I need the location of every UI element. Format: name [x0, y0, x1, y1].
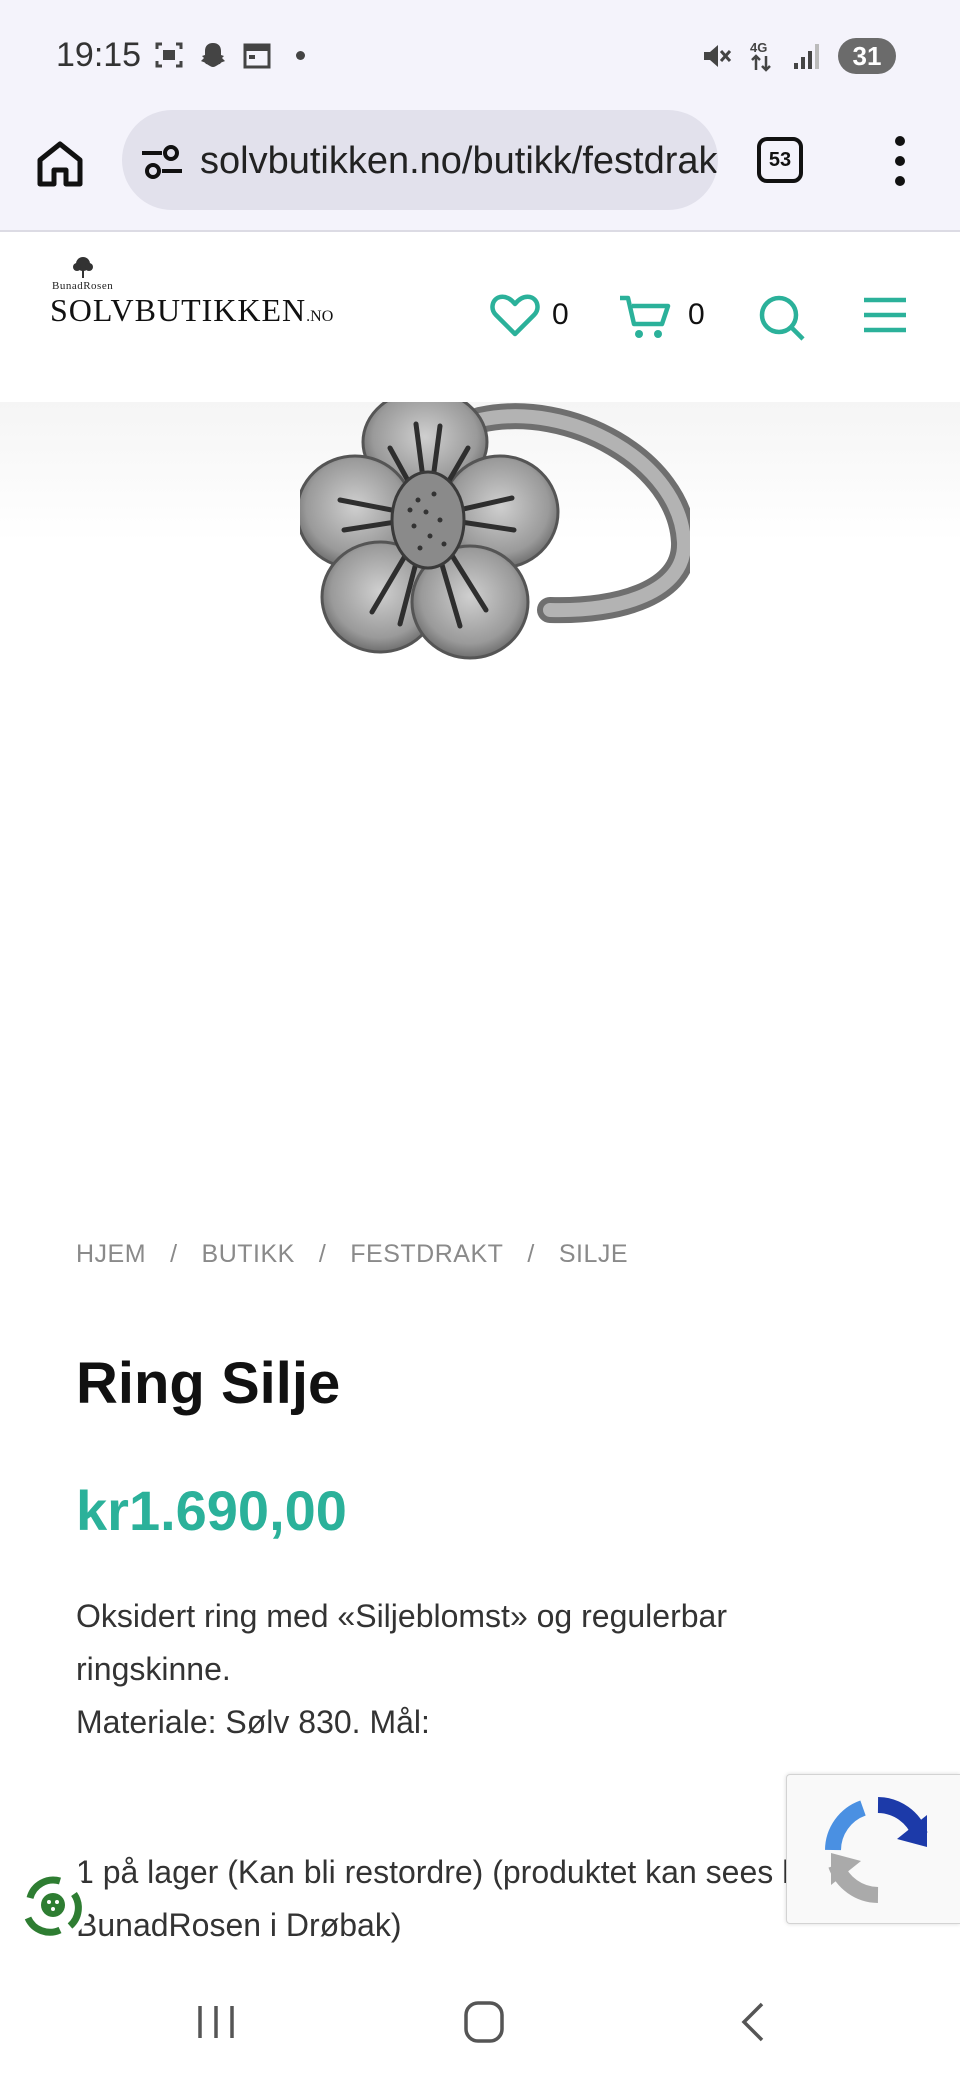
signal-icon [794, 44, 819, 69]
mute-icon [704, 45, 732, 67]
site-settings-icon[interactable] [140, 144, 184, 180]
logo-name: SOLVBUTIKKEN [50, 292, 307, 328]
breadcrumb-separator: / [318, 1240, 327, 1268]
breadcrumb-home[interactable]: HJEM [76, 1240, 146, 1269]
home-icon[interactable] [34, 138, 86, 190]
rose-tree-icon [73, 257, 93, 278]
status-bar: 19:15 4G 31 [0, 0, 960, 108]
breadcrumb: HJEM / BUTIKK / FESTDRAKT / SILJE [76, 1240, 628, 1269]
screenshot-icon [155, 42, 183, 68]
ring-silje-image [300, 402, 690, 660]
logo-title: SOLVBUTIKKEN.NO [50, 292, 333, 329]
wishlist-count: 0 [552, 298, 569, 331]
system-icons: 4G 31 [700, 38, 896, 74]
site-logo[interactable]: BunadRosen SOLVBUTIKKEN.NO [50, 254, 333, 328]
logo-suffix: .NO [306, 308, 334, 325]
system-navigation-bar [0, 1964, 960, 2080]
description-material: Materiale: Sølv 830. Mål: [76, 1704, 430, 1740]
more-notifications-dot [296, 50, 305, 60]
breadcrumb-butikk[interactable]: BUTIKK [202, 1240, 295, 1269]
hamburger-menu-icon[interactable] [862, 296, 908, 334]
breadcrumb-festdrakt[interactable]: FESTDRAKT [350, 1240, 503, 1269]
site-header: BunadRosen SOLVBUTIKKEN.NO 0 0 [0, 232, 960, 402]
cart-count: 0 [688, 298, 705, 331]
calendar-icon [243, 43, 271, 69]
status-time: 19:15 [56, 36, 142, 74]
snapchat-icon [201, 43, 225, 67]
url-text: solvbutikken.no/butikk/festdrakt [200, 140, 718, 182]
svg-text:4G: 4G [750, 40, 767, 55]
battery-indicator: 31 [838, 38, 896, 74]
search-icon[interactable] [758, 294, 806, 342]
product-title: Ring Silje [76, 1351, 341, 1416]
breadcrumb-current: SILJE [558, 1240, 629, 1268]
tab-switcher-button[interactable]: 53 [757, 137, 803, 183]
breadcrumb-separator: / [170, 1240, 178, 1268]
stock-status: 1 på lager (Kan bli restordre) (produkte… [76, 1854, 834, 1943]
wishlist-heart-icon[interactable] [490, 294, 540, 338]
back-icon[interactable] [724, 1994, 784, 2050]
home-nav-icon[interactable] [454, 1994, 514, 2050]
recaptcha-icon [825, 1797, 928, 1903]
recent-apps-icon[interactable] [186, 1994, 246, 2050]
description-line: Oksidert ring med «Siljeblomst» og regul… [76, 1598, 727, 1687]
product-image[interactable] [0, 402, 960, 1162]
notification-icons [154, 40, 305, 70]
logo-subtitle: BunadRosen [52, 280, 114, 292]
breadcrumb-separator: / [527, 1240, 535, 1268]
eco-badge-icon[interactable] [16, 1868, 90, 1942]
recaptcha-badge[interactable] [786, 1774, 960, 1924]
product-description: Oksidert ring med «Siljeblomst» og regul… [76, 1590, 836, 1749]
cart-icon[interactable] [618, 294, 674, 340]
browser-toolbar: solvbutikken.no/butikk/festdrakt 53 [0, 108, 960, 232]
browser-menu-icon[interactable] [884, 136, 916, 186]
product-price: kr1.690,00 [76, 1479, 347, 1542]
address-bar[interactable]: solvbutikken.no/butikk/festdrakt [122, 110, 718, 210]
4g-icon: 4G [750, 40, 771, 72]
